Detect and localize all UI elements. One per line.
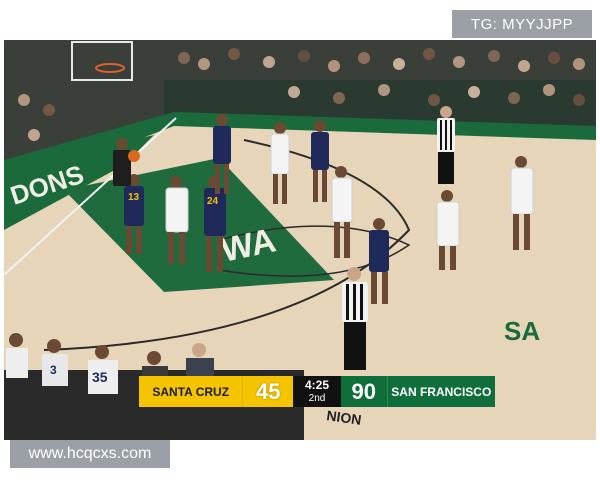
game-broadcast-frame: DONS WA SA NION 13 24 3 35 SANTA CRUZ 45… — [4, 40, 596, 440]
home-team-name: SAN FRANCISCO — [387, 376, 495, 407]
period: 2nd — [308, 392, 326, 404]
jersey-number: 13 — [128, 192, 140, 203]
basketball — [128, 150, 140, 162]
game-clock: 4:25 2nd — [293, 376, 341, 407]
scoreboard: SANTA CRUZ 45 4:25 2nd 90 SAN FRANCISCO — [139, 376, 495, 407]
clock-time: 4:25 — [304, 377, 330, 392]
jersey-number: 24 — [207, 196, 219, 207]
bench-jersey-number: 3 — [50, 363, 57, 377]
bench-jersey-number: 35 — [92, 369, 108, 385]
floor-text-right: SA — [504, 316, 540, 346]
watermark-bottom: www.hcqcxs.com — [10, 440, 170, 468]
watermark-top: TG: MYYJJPP — [452, 10, 592, 38]
home-team-score: 90 — [340, 376, 388, 407]
away-team-score: 45 — [242, 376, 294, 407]
away-team-name: SANTA CRUZ — [139, 376, 243, 407]
referee-near — [342, 267, 368, 370]
